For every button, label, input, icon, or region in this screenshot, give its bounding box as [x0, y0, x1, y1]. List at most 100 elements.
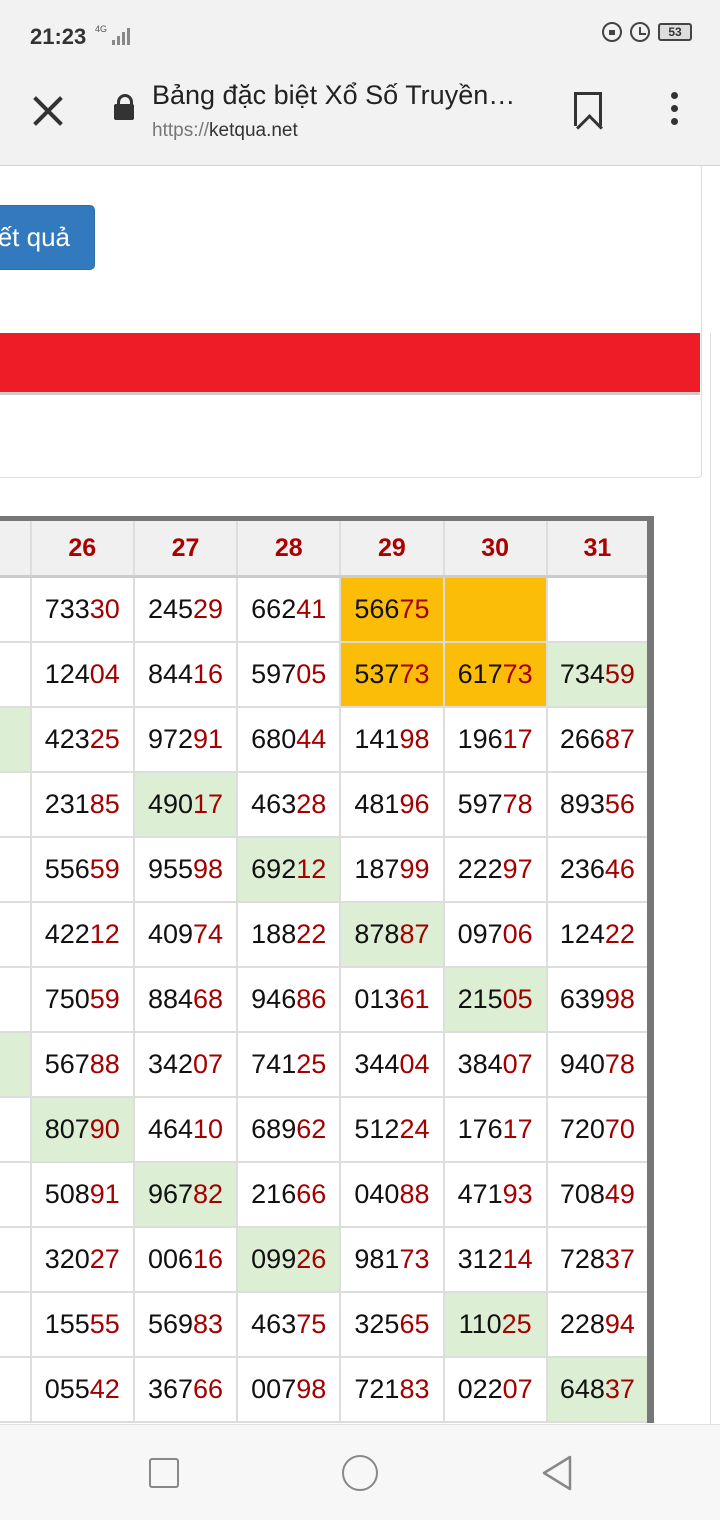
result-cell: 87887: [339, 900, 445, 968]
number-tail: 73: [399, 1243, 430, 1274]
result-cell: 72070: [545, 1095, 652, 1163]
recents-square-icon[interactable]: [149, 1458, 179, 1488]
result-cell: 09926: [236, 1225, 342, 1293]
number-tail: 59: [89, 983, 120, 1014]
number-head: 216: [251, 1178, 297, 1209]
number-head: 006: [147, 1243, 193, 1274]
table-row: 13567883420774125344043840794078: [0, 1030, 652, 1098]
number-tail: 87: [604, 723, 635, 754]
result-cell: 15555: [29, 1290, 135, 1358]
result-cell: 47193: [442, 1160, 548, 1228]
number-head: 344: [354, 1048, 400, 1079]
number-tail: 75: [296, 1308, 327, 1339]
result-cell: 61773: [442, 640, 548, 708]
overflow-menu-icon[interactable]: [668, 92, 680, 132]
result-cell: 45: [0, 1095, 32, 1163]
result-cell: 56788: [29, 1030, 135, 1098]
number-head: 972: [147, 723, 193, 754]
result-cell: 97291: [132, 705, 239, 773]
number-tail: 37: [604, 1373, 635, 1404]
table-row: 22422124097418822878870970612422: [0, 900, 652, 968]
bookmark-icon[interactable]: [574, 92, 602, 126]
number-tail: 17: [502, 723, 533, 754]
table-row: 45807904641068962512241761772070: [0, 1095, 652, 1163]
number-head: 481: [354, 788, 400, 819]
rotation-lock-icon: [602, 22, 622, 42]
table-row: 75320270061609926981733121472837: [0, 1225, 652, 1293]
home-circle-icon[interactable]: [342, 1455, 378, 1491]
result-cell: 95598: [132, 835, 239, 903]
number-head: 567: [44, 1048, 90, 1079]
number-head: 423: [44, 723, 90, 754]
lock-icon[interactable]: [114, 94, 134, 120]
result-cell: 42325: [29, 705, 135, 773]
number-head: 733: [44, 593, 90, 624]
panel-border: [710, 333, 711, 1424]
number-tail: 78: [604, 1048, 635, 1079]
result-cell: 80790: [29, 1095, 135, 1163]
view-results-button[interactable]: kết quả: [0, 205, 95, 270]
number-head: 312: [457, 1243, 503, 1274]
number-head: 734: [559, 658, 605, 689]
table-row: 5673330245296624156675: [0, 575, 652, 643]
number-tail: 17: [502, 1113, 533, 1144]
number-tail: 27: [89, 1243, 120, 1274]
result-cell: 42212: [29, 900, 135, 968]
back-triangle-icon[interactable]: [540, 1455, 574, 1491]
number-head: 055: [44, 1373, 90, 1404]
number-tail: 99: [399, 853, 430, 884]
number-head: 188: [251, 918, 297, 949]
page-title[interactable]: Bảng đặc biệt Xổ Số Truyền…: [152, 80, 532, 111]
number-head: 617: [457, 658, 503, 689]
result-cell: 38407: [442, 1030, 548, 1098]
number-tail: 24: [399, 1113, 430, 1144]
number-head: 807: [44, 1113, 90, 1144]
result-cell: 96782: [132, 1160, 239, 1228]
url-display[interactable]: https://ketqua.net: [152, 120, 298, 142]
url-scheme: https://: [152, 120, 210, 141]
result-cell: 00798: [236, 1355, 342, 1423]
table-header-row: 5262728293031: [0, 517, 652, 578]
table-row: 40231854901746328481965977889356: [0, 770, 652, 838]
result-cell: 26687: [545, 705, 652, 773]
number-tail: 66: [193, 1373, 224, 1404]
result-cell: 98173: [339, 1225, 445, 1293]
result-cell: 32027: [29, 1225, 135, 1293]
signal-icon: [112, 28, 130, 45]
number-tail: 61: [399, 983, 430, 1014]
number-head: 490: [147, 788, 193, 819]
result-cell: 63998: [545, 965, 652, 1033]
number-head: 471: [457, 1178, 503, 1209]
result-cell: 55659: [29, 835, 135, 903]
number-tail: 66: [296, 1178, 327, 1209]
table-row: 00155555698346375325651102522894: [0, 1290, 652, 1358]
number-head: 844: [147, 658, 193, 689]
number-head: 463: [251, 788, 297, 819]
result-cell: 34207: [132, 1030, 239, 1098]
number-tail: 04: [89, 658, 120, 689]
number-tail: 14: [502, 1243, 533, 1274]
result-cell: 68962: [236, 1095, 342, 1163]
close-icon[interactable]: [30, 92, 66, 128]
result-cell: 14198: [339, 705, 445, 773]
number-head: 940: [559, 1048, 605, 1079]
number-head: 022: [457, 1373, 503, 1404]
number-tail: 25: [296, 1048, 327, 1079]
result-cell: 89356: [545, 770, 652, 838]
number-head: 878: [354, 918, 400, 949]
number-head: 464: [147, 1113, 193, 1144]
number-tail: 98: [399, 723, 430, 754]
number-tail: 87: [399, 918, 430, 949]
result-cell: 74125: [236, 1030, 342, 1098]
result-cell: 56: [0, 575, 32, 643]
number-tail: 46: [604, 853, 635, 884]
number-tail: 65: [399, 1308, 430, 1339]
number-tail: 12: [89, 918, 120, 949]
number-head: 040: [354, 1178, 400, 1209]
number-head: 721: [354, 1373, 400, 1404]
number-tail: 12: [296, 853, 327, 884]
number-head: 342: [147, 1048, 193, 1079]
number-tail: 59: [604, 658, 635, 689]
result-cell: 94078: [545, 1030, 652, 1098]
browser-toolbar: Bảng đặc biệt Xổ Số Truyền… https://ketq…: [0, 70, 720, 166]
